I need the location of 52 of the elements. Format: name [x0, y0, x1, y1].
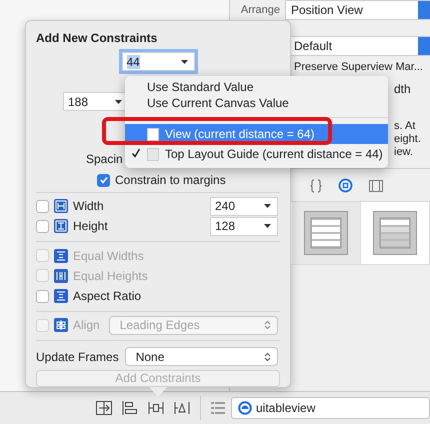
constant-field[interactable]: 240 — [210, 196, 278, 216]
equal-heights-icon — [54, 268, 68, 283]
circle-icon — [238, 401, 252, 416]
pin-icon[interactable] — [148, 401, 164, 416]
resolve-icon[interactable] — [174, 401, 190, 416]
filter-field[interactable]: uitableview — [231, 397, 430, 420]
stepper-icon — [264, 352, 271, 362]
arrange-label: Arrange — [240, 4, 280, 16]
arrange-select[interactable]: Position View — [285, 0, 430, 20]
caret-icon — [115, 100, 122, 104]
spacing-label: Spacin — [86, 152, 123, 166]
preserve-margins-label: Preserve Superview Mar... — [294, 61, 423, 73]
menu-item[interactable]: Top Layout Guide (current distance = 44) — [125, 144, 388, 164]
constraint-label: Height — [73, 219, 108, 234]
checkmark-icon — [131, 148, 141, 158]
list-icon[interactable] — [211, 402, 225, 414]
stepper-icon — [264, 320, 271, 330]
description-text: s. At — [394, 120, 416, 132]
align-icon — [54, 318, 68, 332]
constraint-label: Aspect Ratio — [73, 289, 142, 304]
description-text: iew. — [394, 146, 413, 158]
width-icon — [54, 199, 68, 214]
constrain-margins-label: Constrain to margins — [115, 173, 226, 187]
popover-title: Add New Constraints — [36, 31, 158, 45]
constant-field[interactable]: 128 — [210, 216, 278, 236]
circle-icon[interactable] — [338, 178, 353, 193]
caret-icon — [264, 224, 271, 228]
checkbox[interactable] — [36, 200, 49, 213]
height-icon — [54, 219, 68, 234]
constraint-label: Width — [73, 199, 104, 214]
table-view-icon — [304, 211, 348, 255]
checkbox[interactable] — [36, 290, 49, 303]
update-frames-select[interactable]: None — [124, 347, 278, 366]
align-icon[interactable] — [122, 401, 138, 416]
equal-widths-icon — [54, 248, 68, 263]
library-item[interactable] — [292, 202, 361, 264]
checkbox[interactable] — [97, 174, 110, 186]
caret-icon — [180, 60, 188, 64]
constraint-label: Equal Widths — [73, 248, 144, 263]
update-frames-label: Update Frames — [36, 350, 119, 364]
braces-icon[interactable] — [310, 178, 322, 192]
embed-icon[interactable] — [96, 401, 112, 416]
table-view-icon — [373, 211, 417, 255]
checkbox[interactable] — [36, 220, 49, 233]
caret-icon — [264, 204, 271, 208]
panel-icon[interactable] — [369, 180, 383, 192]
menu-item[interactable]: Use Standard Value — [125, 79, 388, 95]
constraint-label: Equal Heights — [73, 268, 148, 283]
aspect-ratio-icon — [54, 289, 68, 304]
description-text: eight. — [394, 133, 421, 145]
description-text: dth — [394, 82, 411, 96]
align-label: Align — [73, 318, 100, 332]
